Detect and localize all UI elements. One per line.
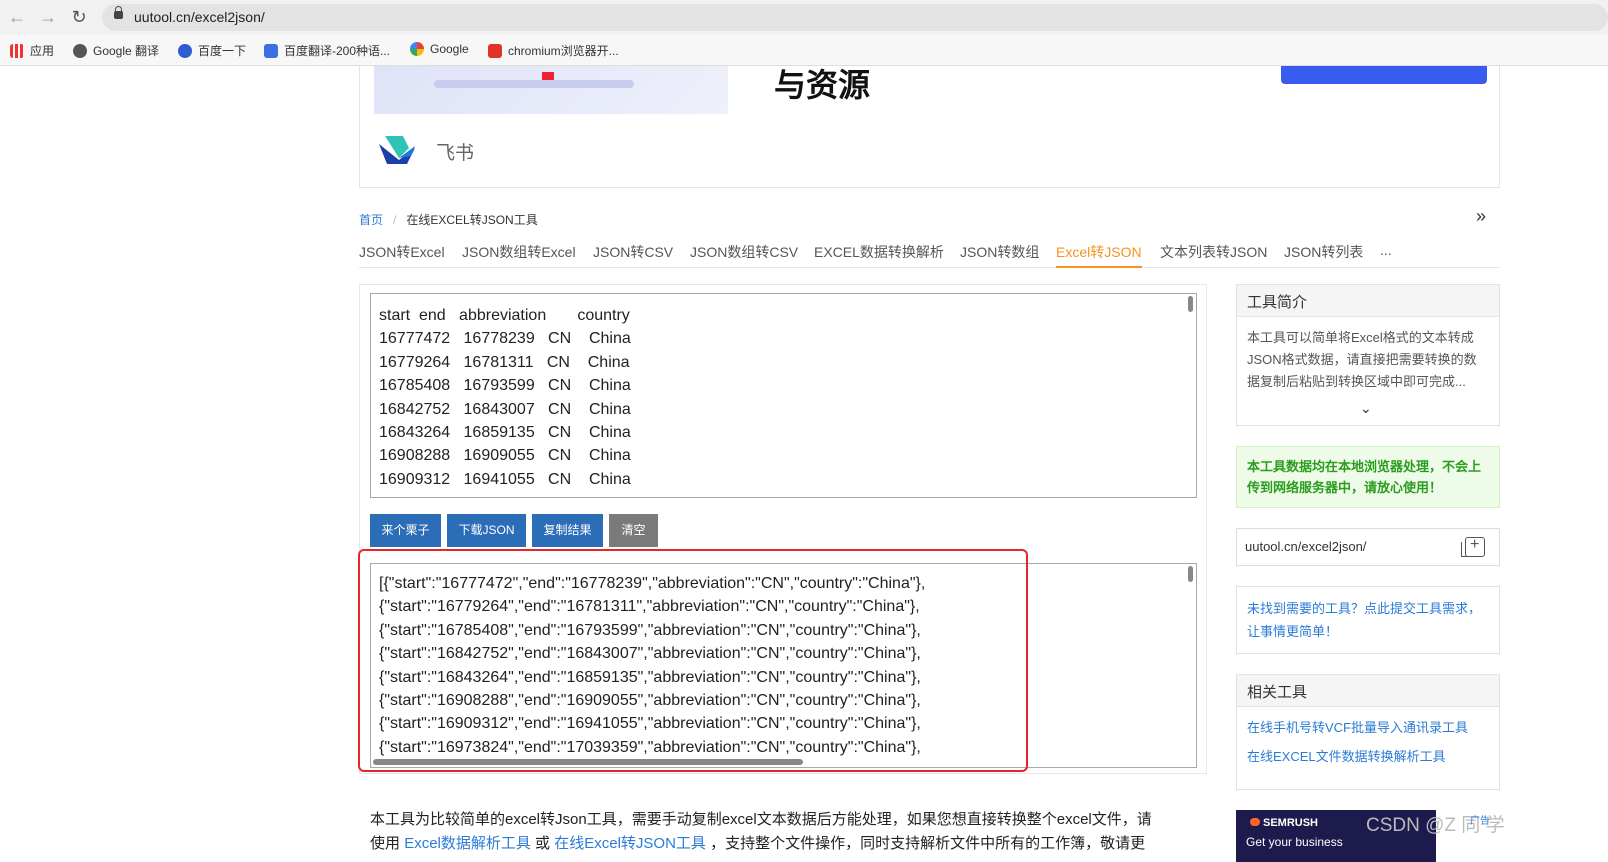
output-vscrollbar[interactable] bbox=[1188, 566, 1193, 582]
address-url[interactable]: uutool.cn/excel2json/ bbox=[134, 9, 265, 25]
ad-text: Get your business bbox=[1246, 835, 1343, 849]
privacy-notice: 本工具数据均在本地浏览器处理，不会上传到网络服务器中，请放心使用！ bbox=[1236, 446, 1500, 508]
breadcrumb-current: 在线EXCEL转JSON工具 bbox=[406, 213, 538, 227]
tool-tabs: JSON转Excel JSON数组转Excel JSON转CSV JSON数组转… bbox=[359, 242, 1500, 268]
breadcrumb-separator: / bbox=[393, 213, 397, 227]
bookmark-chromium[interactable]: chromium浏览器开... bbox=[488, 42, 619, 59]
bookmark-baidu-translate[interactable]: 百度翻译-200种语... bbox=[264, 42, 390, 59]
input-row: 16908288 16909055 CN China bbox=[379, 447, 631, 465]
baidu-icon bbox=[178, 44, 192, 58]
browser-toolbar: ← → ↻ uutool.cn/excel2json/ bbox=[0, 0, 1608, 34]
excel-parse-link[interactable]: Excel数据解析工具 bbox=[404, 835, 531, 852]
translate-icon bbox=[264, 44, 278, 58]
lock-icon bbox=[114, 6, 123, 19]
forward-icon[interactable]: → bbox=[37, 6, 59, 28]
tab-json-to-array[interactable]: JSON转数组 bbox=[960, 242, 1039, 268]
bookmark-apps[interactable]: 应用 bbox=[10, 42, 54, 59]
ad-brand-semrush: SEMRUSH bbox=[1250, 817, 1318, 829]
back-icon[interactable]: ← bbox=[6, 6, 28, 28]
csdn-icon bbox=[488, 44, 502, 58]
ad-banner[interactable]: 与资源 飞书 bbox=[359, 66, 1500, 188]
input-row: 16777472 16778239 CN China bbox=[379, 330, 631, 348]
google-icon bbox=[410, 42, 424, 56]
tool-description-line2: 使用 Excel数据解析工具 或 在线Excel转JSON工具 ，支持整个文件操… bbox=[370, 835, 1146, 852]
highlight-box bbox=[358, 549, 1028, 772]
input-row: 16909312 16941055 CN China bbox=[379, 470, 631, 488]
copy-icon[interactable] bbox=[1461, 536, 1485, 557]
share-url: uutool.cn/excel2json/ bbox=[1245, 539, 1367, 554]
ad-image bbox=[374, 66, 728, 114]
ad-headline: 与资源 bbox=[774, 67, 871, 103]
share-url-field[interactable]: uutool.cn/excel2json/ bbox=[1236, 528, 1500, 566]
reload-icon[interactable]: ↻ bbox=[68, 6, 90, 28]
copy-result-button[interactable]: 复制结果 bbox=[532, 514, 603, 547]
breadcrumb: 首页 / 在线EXCEL转JSON工具 bbox=[359, 211, 538, 228]
input-row: 16779264 16781311 CN China bbox=[379, 353, 630, 371]
tool-description: 本工具为比较简单的excel转Json工具，需要手动复制excel文本数据后方能… bbox=[370, 811, 1152, 828]
request-tool-link[interactable]: 未找到需要的工具？点此提交工具需求，让事情更简单！ bbox=[1236, 586, 1500, 654]
input-row: 16843264 16859135 CN China bbox=[379, 423, 631, 441]
download-json-button[interactable]: 下载JSON bbox=[447, 514, 526, 547]
input-row: 16785408 16793599 CN China bbox=[379, 377, 631, 395]
tab-json-array-to-excel[interactable]: JSON数组转Excel bbox=[462, 242, 576, 268]
tab-json-array-to-csv[interactable]: JSON数组转CSV bbox=[690, 242, 798, 268]
apps-icon bbox=[10, 44, 24, 58]
input-row: 16842752 16843007 CN China bbox=[379, 400, 631, 418]
sample-button[interactable]: 来个栗子 bbox=[370, 514, 441, 547]
related-title: 相关工具 bbox=[1237, 675, 1499, 707]
bookmark-google-translate[interactable]: Google 翻译 bbox=[73, 42, 159, 59]
tab-json-to-csv[interactable]: JSON转CSV bbox=[593, 242, 673, 268]
feishu-logo-icon bbox=[379, 136, 415, 164]
bookmark-baidu[interactable]: 百度一下 bbox=[178, 42, 246, 59]
ad-label: 广告 bbox=[1470, 816, 1490, 827]
related-tool-link[interactable]: 在线EXCEL文件数据转换解析工具 bbox=[1247, 742, 1489, 771]
related-tools-card: 相关工具 在线手机号转VCF批量导入通讯录工具 在线EXCEL文件数据转换解析工… bbox=[1236, 674, 1500, 790]
intro-title: 工具简介 bbox=[1237, 285, 1499, 317]
globe-icon bbox=[73, 44, 87, 58]
intro-text: 本工具可以简单将Excel格式的文本转成JSON格式数据，请直接把需要转换的数据… bbox=[1247, 330, 1477, 389]
tab-excel-to-json[interactable]: Excel转JSON bbox=[1056, 242, 1142, 268]
tab-more[interactable]: ... bbox=[1380, 242, 1392, 268]
address-bar[interactable]: uutool.cn/excel2json/ bbox=[102, 4, 1608, 31]
excel-to-json-link[interactable]: 在线Excel转JSON工具 bbox=[554, 835, 706, 852]
input-scrollbar[interactable] bbox=[1188, 296, 1193, 312]
breadcrumb-home[interactable]: 首页 bbox=[359, 213, 383, 227]
flag-icon bbox=[542, 72, 554, 81]
tab-text-list-to-json[interactable]: 文本列表转JSON bbox=[1160, 242, 1267, 268]
ad-cta-button[interactable] bbox=[1281, 66, 1487, 84]
ad-brand: 飞书 bbox=[436, 143, 475, 164]
double-chevron-right-icon[interactable]: » bbox=[1476, 206, 1486, 227]
excel-input[interactable]: start end abbreviation country 16777472 … bbox=[370, 293, 1197, 498]
related-tool-link[interactable]: 在线手机号转VCF批量导入通讯录工具 bbox=[1247, 713, 1489, 742]
tab-excel-parse[interactable]: EXCEL数据转换解析 bbox=[814, 242, 944, 268]
tab-json-to-excel[interactable]: JSON转Excel bbox=[359, 242, 445, 268]
tab-json-to-list[interactable]: JSON转列表 bbox=[1284, 242, 1363, 268]
bookmark-google[interactable]: Google bbox=[410, 42, 469, 56]
chevron-down-icon[interactable]: ⌄ bbox=[1360, 400, 1372, 417]
clear-button[interactable]: 清空 bbox=[609, 514, 658, 547]
input-row: start end abbreviation country bbox=[379, 307, 630, 324]
